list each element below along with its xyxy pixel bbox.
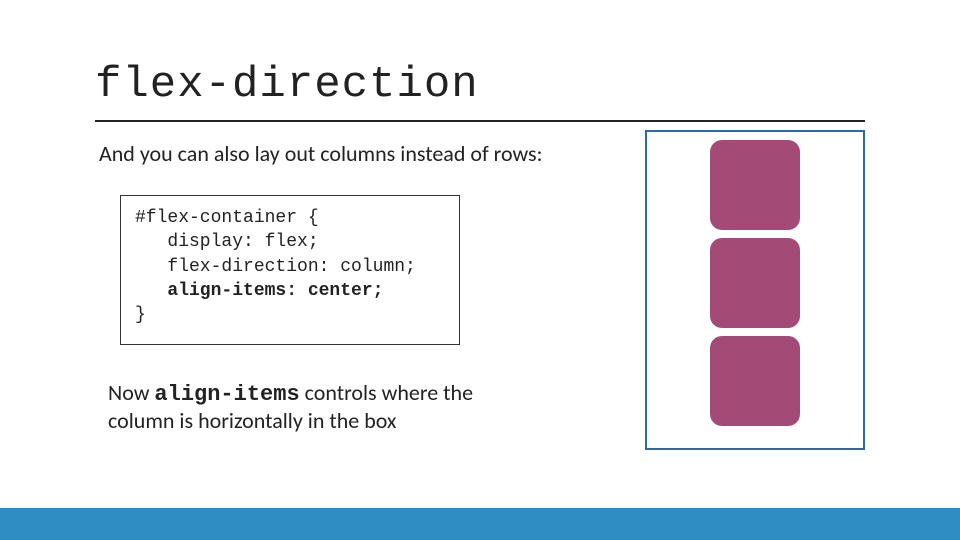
code-line: display: flex; [135, 232, 319, 252]
intro-text: And you can also lay out columns instead… [99, 140, 543, 167]
code-line-bold: align-items: center; [167, 281, 383, 301]
flex-demo-item [710, 140, 800, 230]
para-keyword: align-items [154, 382, 299, 407]
flex-demo-container [645, 130, 865, 450]
slide: flex-direction And you can also lay out … [0, 0, 960, 540]
title-underline [95, 120, 865, 122]
flex-demo-item [710, 238, 800, 328]
footer-bar [0, 508, 960, 540]
code-line-prefix [135, 281, 167, 301]
slide-title: flex-direction [95, 60, 479, 110]
flex-demo-item [710, 336, 800, 426]
code-block: #flex-container { display: flex; flex-di… [120, 195, 460, 345]
explanation-paragraph: Now align-items controls where the colum… [108, 380, 498, 435]
code-line: } [135, 305, 146, 325]
code-line: #flex-container { [135, 208, 319, 228]
code-line: flex-direction: column; [135, 257, 416, 277]
para-prefix: Now [108, 379, 154, 406]
